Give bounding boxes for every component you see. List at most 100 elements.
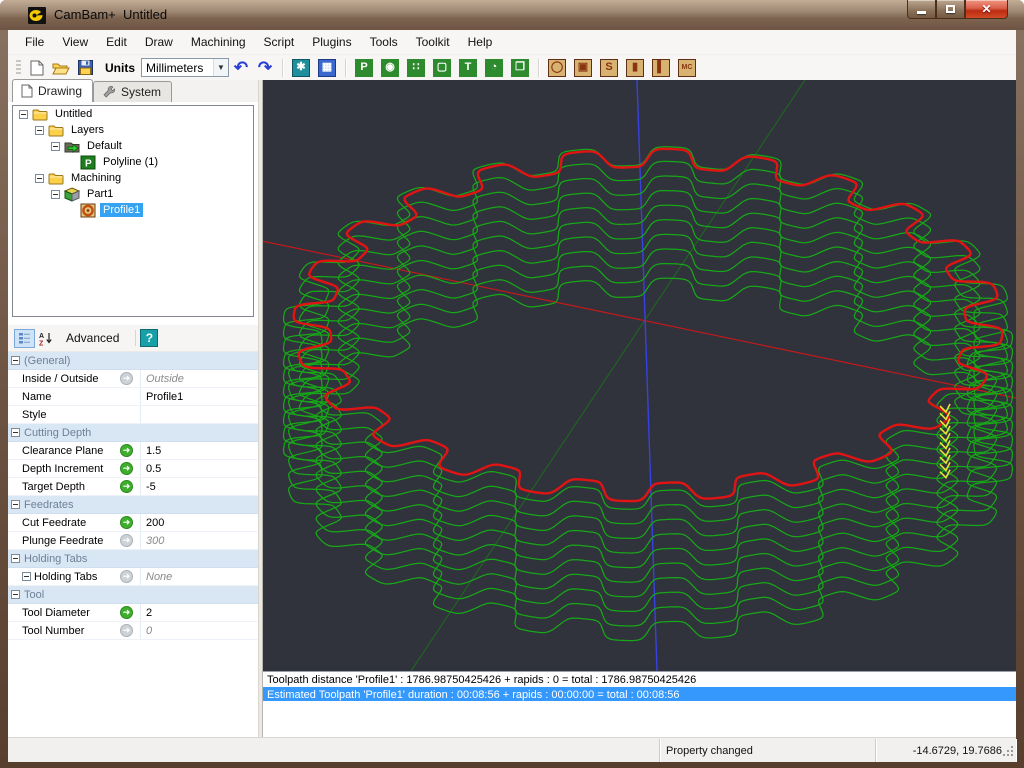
menu-item-machining[interactable]: Machining [182,32,255,52]
menu-item-script[interactable]: Script [255,32,304,52]
menu-item-view[interactable]: View [53,32,97,52]
log-line-duration[interactable]: Estimated Toolpath 'Profile1' duration :… [263,687,1016,702]
property-row-depth-increment[interactable]: Depth Increment➜0.5 [8,460,258,478]
tree-node-default[interactable]: Default [13,138,253,154]
tree-node-label: Default [84,139,125,153]
categorized-view-button[interactable] [14,329,35,348]
menu-item-draw[interactable]: Draw [136,32,182,52]
tree-node-untitled[interactable]: Untitled [13,106,253,122]
lathe-mop-icon[interactable]: ▌ [652,59,670,77]
menu-item-plugins[interactable]: Plugins [303,32,360,52]
arc-icon[interactable]: ◔ [485,59,503,77]
property-value[interactable]: 200 [140,514,258,531]
pocket-mop-icon[interactable]: ▣ [574,59,592,77]
toolbar-grip[interactable] [16,60,21,76]
collapse-icon[interactable] [11,428,20,437]
property-value[interactable]: 2 [140,604,258,621]
collapse-icon[interactable] [11,500,20,509]
expander-icon[interactable] [19,110,28,119]
value-state-column: ➜ [120,570,140,583]
expander-icon[interactable] [35,126,44,135]
category-label: Tool [24,589,44,601]
units-combobox[interactable]: Millimeters ▼ [141,58,229,77]
property-row-inside-outside[interactable]: Inside / Outside➜Outside [8,370,258,388]
property-row-plunge-feedrate[interactable]: Plunge Feedrate➜300 [8,532,258,550]
alphabetical-sort-button[interactable]: AZ [39,329,54,348]
property-row-tool-number[interactable]: Tool Number➜0 [8,622,258,640]
tree-node-part1[interactable]: Part1 [13,186,253,202]
property-row-holding-tabs[interactable]: Holding Tabs➜None [8,568,258,586]
help-button[interactable]: ? [140,329,158,347]
log-line-distance[interactable]: Toolpath distance 'Profile1' : 1786.9875… [263,672,1016,687]
property-label-text: Tool Number [22,625,84,637]
category-row-cutting-depth[interactable]: Cutting Depth [8,424,258,442]
script-mop-icon[interactable]: MC [678,59,696,77]
collapse-icon[interactable] [11,554,20,563]
points-icon[interactable]: ∷ [407,59,425,77]
menu-item-tools[interactable]: Tools [361,32,407,52]
property-value[interactable]: None [140,568,258,585]
circle-icon[interactable]: ◉ [381,59,399,77]
property-value[interactable] [140,406,258,423]
engrave-mop-icon[interactable]: S [600,59,618,77]
surface-icon[interactable]: ❒ [511,59,529,77]
property-value[interactable]: -5 [140,478,258,495]
snap-points-icon[interactable]: ✱ [292,59,310,77]
undo-button[interactable]: ↶ [230,57,252,78]
advanced-button[interactable]: Advanced [58,329,127,348]
menu-item-edit[interactable]: Edit [97,32,136,52]
expander-icon[interactable] [51,190,60,199]
drill-mop-icon[interactable]: ▮ [626,59,644,77]
property-value[interactable]: 300 [140,532,258,549]
maximize-button[interactable] [936,0,965,19]
save-button[interactable] [74,57,96,78]
polyline-icon[interactable]: P [355,59,373,77]
rectangle-icon[interactable]: ▢ [433,59,451,77]
tree-node-machining[interactable]: Machining [13,170,253,186]
redo-button[interactable]: ↷ [254,57,276,78]
grid-toggle-icon[interactable]: ▦ [318,59,336,77]
property-row-name[interactable]: NameProfile1 [8,388,258,406]
property-value[interactable]: 0 [140,622,258,639]
open-file-button[interactable] [50,57,72,78]
property-row-style[interactable]: Style [8,406,258,424]
expander-icon[interactable] [35,174,44,183]
property-value[interactable]: Outside [140,370,258,387]
property-row-cut-feedrate[interactable]: Cut Feedrate➜200 [8,514,258,532]
tab-drawing[interactable]: Drawing [12,79,93,102]
property-value[interactable]: 0.5 [140,460,258,477]
text-icon[interactable]: T [459,59,477,77]
category-row-feedrates[interactable]: Feedrates [8,496,258,514]
category-row-general[interactable]: (General) [8,352,258,370]
value-default-icon: ➜ [120,372,133,385]
category-row-tool[interactable]: Tool [8,586,258,604]
property-value[interactable]: Profile1 [140,388,258,405]
expand-icon[interactable] [22,572,31,581]
resize-grip[interactable] [1002,745,1015,761]
menu-item-toolkit[interactable]: Toolkit [407,32,459,52]
property-row-clearance-plane[interactable]: Clearance Plane➜1.5 [8,442,258,460]
category-label: Feedrates [24,499,74,511]
close-button[interactable]: ✕ [965,0,1008,19]
property-value[interactable]: 1.5 [140,442,258,459]
expander-icon[interactable] [51,142,60,151]
tree-node-polyline-1[interactable]: PPolyline (1) [13,154,253,170]
new-file-button[interactable] [26,57,48,78]
minimize-button[interactable] [907,0,936,19]
viewport-3d[interactable] [263,80,1016,671]
tab-system[interactable]: System [93,81,172,102]
collapse-icon[interactable] [11,590,20,599]
menu-item-help[interactable]: Help [459,32,502,52]
property-row-tool-diameter[interactable]: Tool Diameter➜2 [8,604,258,622]
menu-item-file[interactable]: File [16,32,53,52]
chevron-down-icon[interactable]: ▼ [213,59,228,76]
tree-node-layers[interactable]: Layers [13,122,253,138]
collapse-icon[interactable] [11,356,20,365]
tree-node-profile1[interactable]: Profile1 [13,202,253,218]
az-sort-icon: AZ [39,331,54,346]
profile-mop-icon[interactable]: ◯ [548,59,566,77]
property-row-target-depth[interactable]: Target Depth➜-5 [8,478,258,496]
titlebar[interactable]: CamBam+ Untitled ✕ [0,0,1024,30]
layer-icon [64,139,80,154]
category-row-holding-tabs[interactable]: Holding Tabs [8,550,258,568]
